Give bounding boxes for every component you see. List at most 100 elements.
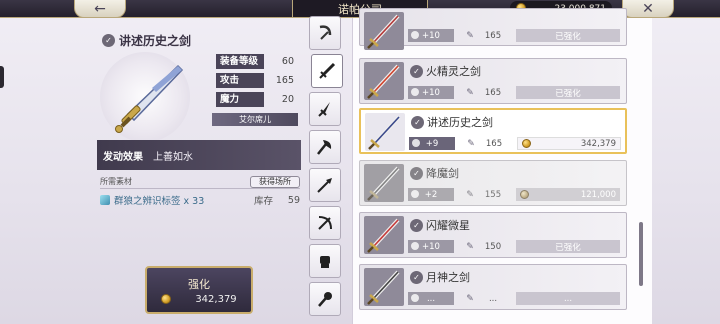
weapon-thumbnail	[364, 62, 404, 100]
attack-value: 165	[485, 138, 503, 149]
attack-icon: ✎	[466, 189, 474, 200]
weapon-info-row: +10 ✎ 150 已强化	[408, 240, 620, 253]
weapon-name: ✓ 闪耀微星	[410, 217, 470, 233]
person-icon	[411, 88, 419, 96]
enhance-status-text: 121,000	[580, 189, 616, 200]
attack-value: 165	[484, 30, 502, 41]
attack-icon: ✎	[466, 87, 474, 98]
sword-icon	[367, 14, 400, 49]
equipped-check-icon: ✓	[102, 34, 115, 47]
tab-dagger[interactable]	[309, 92, 341, 126]
enhance-level-value: +9	[425, 138, 439, 149]
item-name-text: 讲述历史之剑	[119, 34, 192, 48]
weapon-card[interactable]: ✓ 降魔剑 +2 ✎ 155 121,000	[359, 160, 627, 206]
crossbow-icon	[318, 216, 332, 230]
enhance-cost: 342,379	[161, 293, 237, 305]
mace-icon	[318, 292, 332, 307]
weapon-name-text: 火精灵之剑	[426, 65, 481, 78]
weapon-name: ✓ 火精灵之剑	[410, 63, 481, 79]
weapon-info-row: +2 ✎ 155 121,000	[408, 188, 620, 201]
weapon-thumbnail	[365, 113, 405, 151]
list-scrollbar[interactable]	[639, 222, 643, 286]
person-icon	[411, 294, 419, 302]
weapon-card[interactable]: ✓ 月神之剑 ... ✎ ... ...	[359, 264, 627, 310]
stat-value: 60	[281, 56, 294, 67]
enhance-status: 已强化	[516, 86, 620, 99]
weapon-name-text: 降魔剑	[426, 167, 459, 180]
stat-value: 20	[281, 94, 294, 105]
owned-check-icon: ✓	[410, 64, 423, 78]
tab-gauntlet[interactable]	[309, 244, 341, 278]
sword-icon	[368, 115, 401, 150]
gauntlet-icon	[320, 256, 330, 268]
stat-value: 165	[275, 75, 294, 86]
enhance-status: 已强化	[516, 29, 620, 42]
material-icon	[100, 195, 110, 205]
weapon-name: ✓ 讲述历史之剑	[411, 114, 493, 130]
weapon-card[interactable]: +10 ✎ 165 已强化	[359, 8, 627, 50]
axe-icon	[317, 140, 332, 155]
enhance-status-text: 342,379	[580, 138, 616, 149]
weapon-name: ✓ 降魔剑	[410, 165, 459, 181]
owned-check-icon: ✓	[410, 166, 423, 180]
attack-value: ...	[488, 293, 498, 304]
activation-effect: 发动效果 上善如水	[97, 140, 301, 170]
enhance-button[interactable]: 强化 342,379	[145, 266, 253, 314]
enhance-level: ...	[408, 292, 454, 305]
weapon-info-row: +10 ✎ 165 已强化	[408, 86, 620, 99]
weapon-card[interactable]: ✓ 闪耀微星 +10 ✎ 150 已强化	[359, 212, 627, 258]
back-arrow-icon: ←	[94, 0, 106, 17]
attack-icon: ✎	[467, 138, 475, 149]
weapon-name-text: 闪耀微星	[426, 219, 470, 232]
materials-label: 所需素材	[100, 177, 132, 186]
weapon-info-row: ... ✎ ... ...	[408, 292, 620, 305]
owner-tag: 艾尔席儿	[212, 113, 298, 126]
weapon-card[interactable]: ✓ 火精灵之剑 +10 ✎ 165 已强化	[359, 58, 627, 104]
sword-icon	[367, 166, 400, 201]
enhance-status: 已强化	[516, 240, 620, 253]
owned-check-icon: ✓	[410, 270, 423, 284]
attack-value: 150	[484, 241, 502, 252]
weapon-thumbnail	[364, 12, 404, 50]
coin-icon	[522, 139, 531, 148]
enhance-status: 342,379	[517, 137, 621, 150]
tab-axe[interactable]	[309, 130, 341, 164]
enhance-level-value: +10	[422, 30, 440, 41]
spear-icon	[317, 178, 332, 193]
enhance-status-text: 已强化	[555, 88, 581, 99]
material-name: 群狼之辨识标签 x 33	[114, 196, 205, 207]
attack-value: 165	[484, 87, 502, 98]
close-button[interactable]: ✕	[622, 0, 674, 18]
tab-spear[interactable]	[309, 168, 341, 202]
stock-value: 59	[287, 194, 300, 206]
effect-value: 上善如水	[153, 151, 193, 163]
weapon-name: ✓ 月神之剑	[410, 269, 470, 285]
tab-sword[interactable]	[311, 54, 343, 88]
material-row[interactable]: 群狼之辨识标签 x 33 库存 59	[100, 193, 300, 207]
acquire-location-button[interactable]: 获得场所	[250, 175, 300, 188]
tab-bow[interactable]	[309, 16, 341, 50]
enhance-cost-value: 342,379	[195, 293, 237, 305]
enhance-level: +10	[408, 240, 454, 253]
back-button[interactable]: ←	[74, 0, 126, 18]
weapon-info-row: +10 ✎ 165 已强化	[408, 29, 620, 42]
sword-icon	[367, 218, 400, 253]
enhance-level-value: ...	[426, 293, 436, 304]
weapon-thumbnail	[364, 164, 404, 202]
coin-icon	[520, 190, 529, 199]
tab-mace[interactable]	[309, 282, 341, 316]
sword-icon	[367, 270, 400, 305]
attack-value: 155	[484, 189, 502, 200]
materials-header: 所需素材 获得场所	[100, 175, 300, 189]
weapon-category-tabs	[309, 14, 345, 324]
person-icon	[411, 31, 419, 39]
enhance-status: ...	[516, 292, 620, 305]
stat-equip-level: 装备等级 60	[212, 54, 298, 69]
stat-magic: 魔力 20	[212, 92, 298, 107]
weapon-card[interactable]: ✓ 讲述历史之剑 +9 ✎ 165 342,379	[359, 108, 627, 154]
weapon-thumbnail	[364, 268, 404, 306]
tab-crossbow[interactable]	[309, 206, 341, 240]
enhance-level-value: +10	[422, 241, 440, 252]
weapon-name-text: 月神之剑	[426, 271, 470, 284]
owned-check-icon: ✓	[411, 115, 424, 129]
